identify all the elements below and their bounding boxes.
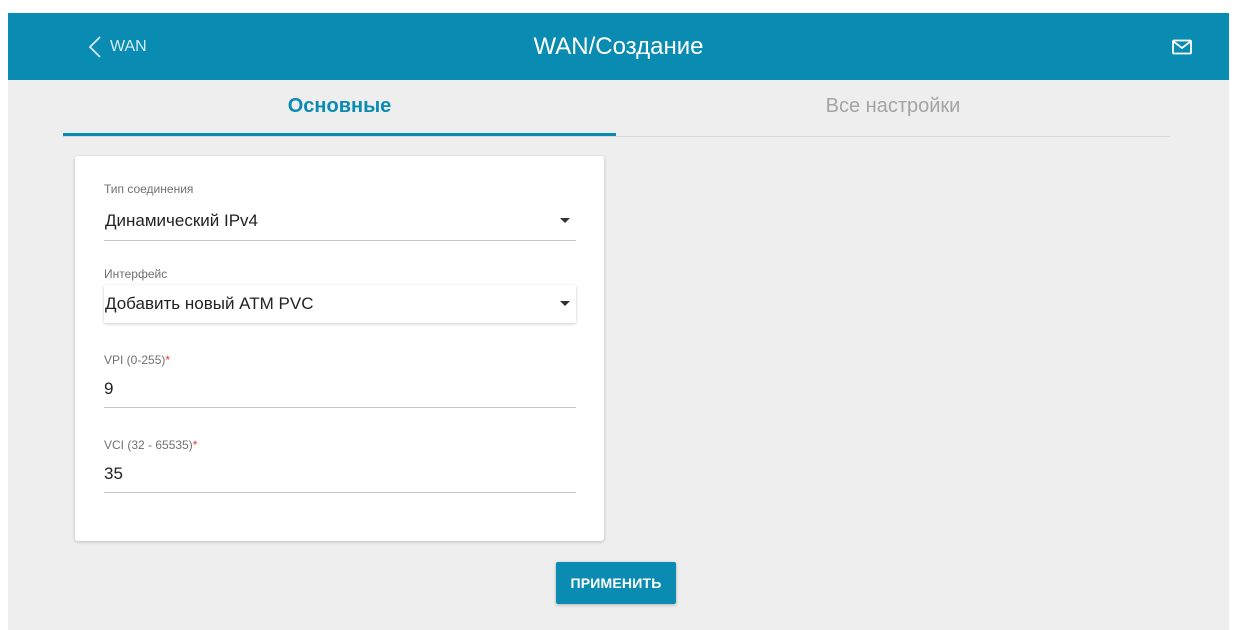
required-mark: * xyxy=(192,438,198,452)
connection-type-field: Тип соединения Динамический IPv4 xyxy=(104,182,576,241)
caret-down-icon xyxy=(560,218,570,223)
connection-type-label: Тип соединения xyxy=(104,182,194,196)
settings-card: Тип соединения Динамический IPv4 Интерфе… xyxy=(75,156,604,541)
vpi-field: VPI (0-255)* xyxy=(104,353,576,409)
vpi-label-text: VPI (0-255) xyxy=(104,353,166,367)
required-mark: * xyxy=(165,353,171,367)
top-bar: WAN WAN/Создание xyxy=(8,13,1229,80)
interface-label: Интерфейс xyxy=(104,267,168,281)
connection-type-value: Динамический IPv4 xyxy=(105,211,259,230)
page-title: WAN/Создание xyxy=(533,33,704,60)
vpi-label: VPI (0-255)* xyxy=(104,353,170,367)
vci-label: VCI (32 - 65535)* xyxy=(104,438,197,452)
vci-input[interactable] xyxy=(104,456,576,493)
app-window: WAN WAN/Создание Основные Все настройки … xyxy=(8,13,1229,630)
connection-type-select[interactable]: Динамический IPv4 xyxy=(104,202,576,241)
vpi-input[interactable] xyxy=(104,371,576,408)
envelope-icon[interactable] xyxy=(1170,35,1194,59)
interface-select[interactable]: Добавить новый ATM PVC xyxy=(104,285,576,323)
interface-value: Добавить новый ATM PVC xyxy=(105,294,314,313)
tab-basic[interactable]: Основные xyxy=(63,80,616,136)
caret-down-icon xyxy=(560,301,570,306)
apply-button[interactable]: ПРИМЕНИТЬ xyxy=(556,562,676,604)
back-link-label: WAN xyxy=(110,37,147,55)
vci-field: VCI (32 - 65535)* xyxy=(104,438,576,494)
back-link[interactable]: WAN xyxy=(88,13,147,80)
vci-label-text: VCI (32 - 65535) xyxy=(104,438,193,452)
tab-all-settings[interactable]: Все настройки xyxy=(616,80,1170,133)
tab-bar: Основные Все настройки xyxy=(63,80,1170,137)
chevron-left-icon xyxy=(88,35,102,59)
interface-field: Интерфейс Добавить новый ATM PVC xyxy=(104,267,576,325)
